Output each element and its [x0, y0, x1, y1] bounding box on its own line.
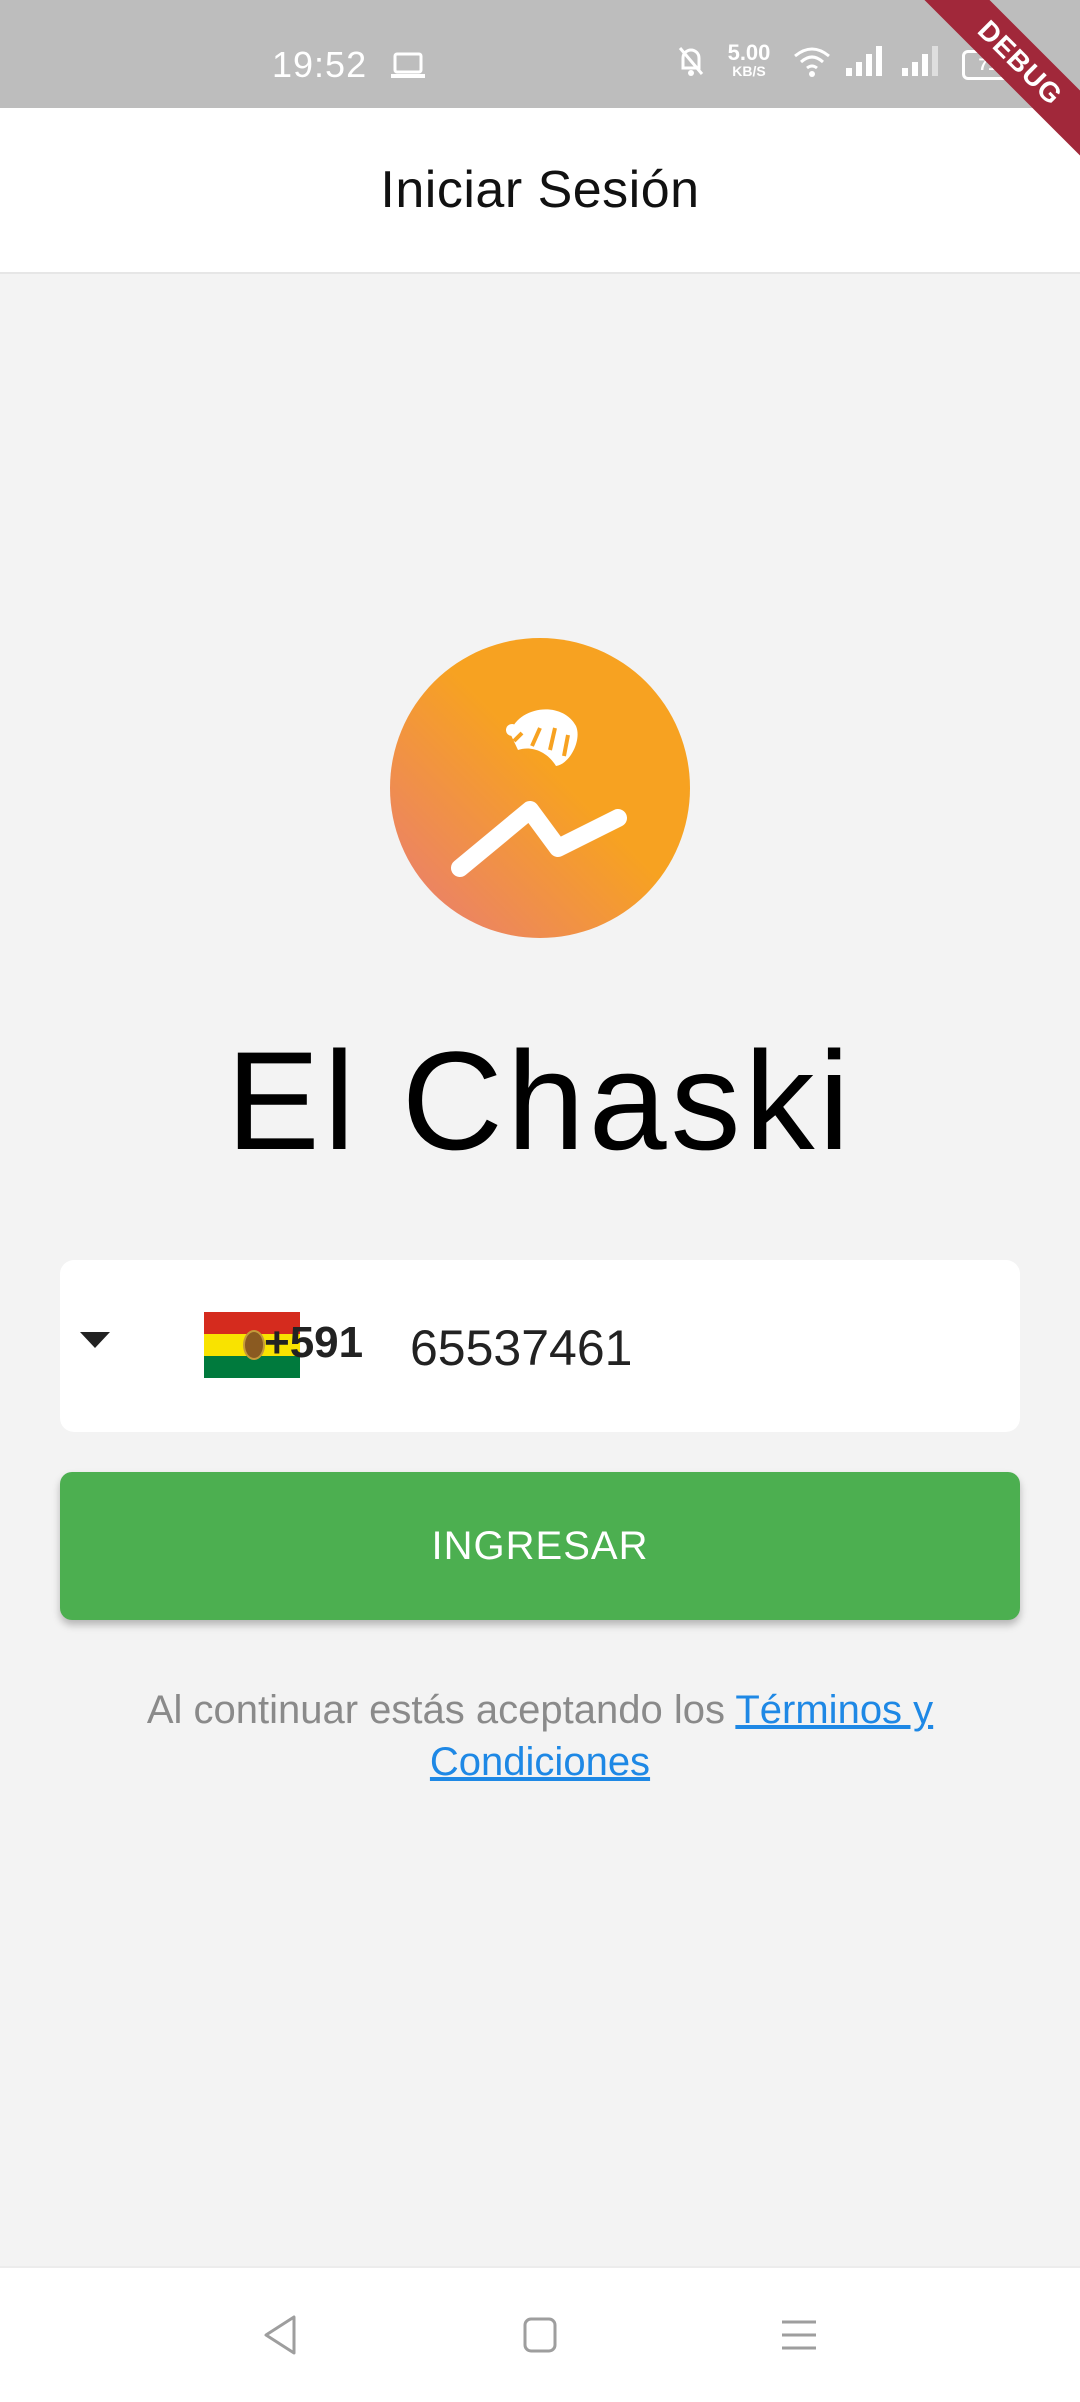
- mute-bell-icon: [678, 47, 704, 76]
- phone-number-input[interactable]: [408, 1300, 972, 1396]
- net-speed-value: 5.00: [727, 40, 771, 65]
- phone-field: +591: [60, 1260, 1020, 1432]
- net-speed-unit: KB/S: [732, 63, 766, 79]
- signal-icon-2: [902, 46, 938, 76]
- status-bar: 19:52 5.00 KB/S: [0, 0, 1080, 108]
- signal-icon: [846, 46, 882, 76]
- home-icon[interactable]: [522, 2314, 558, 2356]
- status-time: 19:52: [272, 44, 368, 85]
- page-title: Iniciar Sesión: [380, 161, 700, 219]
- net-speed: 5.00 KB/S: [722, 40, 776, 79]
- back-icon[interactable]: [262, 2314, 298, 2356]
- app-logo: [390, 638, 690, 938]
- login-button[interactable]: INGRESAR: [60, 1472, 1020, 1620]
- terms-text: Al continuar estás aceptando los Término…: [90, 1684, 990, 1788]
- dropdown-icon[interactable]: [80, 1332, 110, 1350]
- wifi-icon: [794, 47, 830, 77]
- menu-icon[interactable]: [780, 2314, 818, 2356]
- country-code[interactable]: +591: [264, 1318, 363, 1368]
- app-bar: Iniciar Sesión: [0, 108, 1080, 274]
- terms-prefix: Al continuar estás aceptando los: [146, 1688, 736, 1732]
- brand-title: El Chaski: [226, 1022, 854, 1179]
- laptop-icon: [391, 52, 425, 78]
- system-nav-bar: [0, 2266, 1080, 2402]
